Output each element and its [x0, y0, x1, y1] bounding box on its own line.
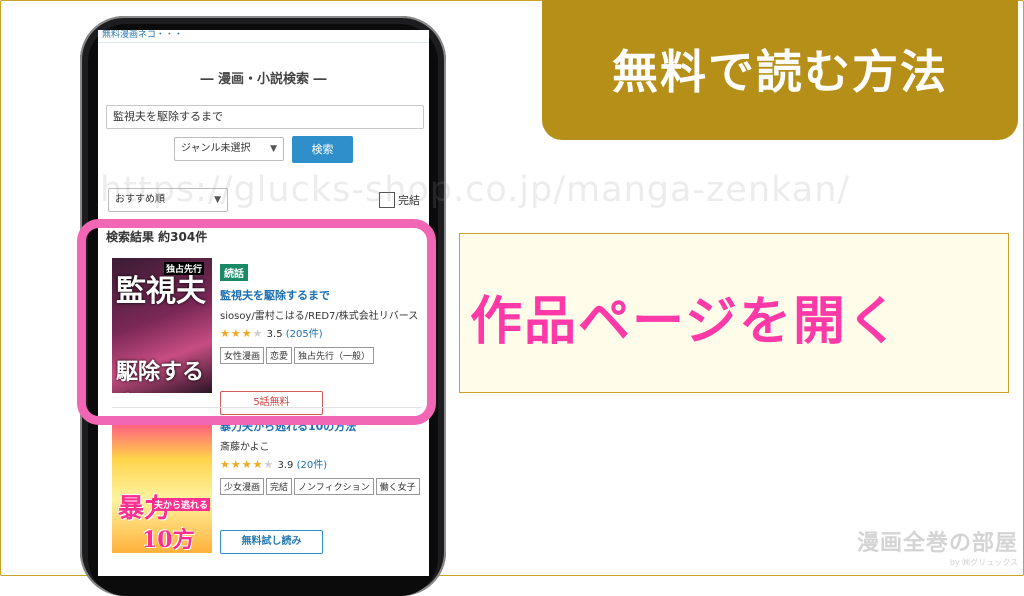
item-meta: 暴力夫から逃れる10の方法 斎藤かよこ ★★★★★ 3.9 (20件) 少女漫画…	[220, 418, 425, 495]
search-heading: ― 漫画・小説検索 ―	[200, 72, 327, 87]
logo-main: 漫画全巻の部屋	[856, 531, 1018, 556]
cover-badge: 夫から逃れる	[152, 498, 211, 511]
instruction-text: 作品ページを開く	[470, 292, 901, 352]
genre-select[interactable]: ジャンル未選択 ▼	[174, 137, 284, 161]
search-input[interactable]: 監視夫を駆除するまで	[106, 105, 424, 129]
url-watermark: https://glucks-shop.co.jp/manga-zenkan/	[100, 170, 851, 210]
chevron-down-icon: ▼	[270, 144, 277, 154]
cover-title-bottom: 10方法	[142, 527, 195, 553]
rating-count-link[interactable]: (20件)	[297, 460, 328, 471]
tag[interactable]: ノンフィクション	[294, 478, 374, 495]
top-partial-link[interactable]: 無料漫画ネコ・・・	[98, 30, 429, 43]
gold-label: 無料で読む方法	[542, 0, 1018, 140]
genre-select-value: ジャンル未選択	[181, 143, 251, 154]
highlight-box	[77, 219, 436, 425]
tag-list: 少女漫画 完結 ノンフィクション 働く女子	[220, 475, 425, 495]
gold-label-text: 無料で読む方法	[612, 45, 948, 99]
brand-logo: 漫画全巻の部屋 by ㈱グリュックス	[857, 525, 1018, 568]
list-item[interactable]: 暴力 夫から逃れる 10方法 暴力夫から逃れる10の方法 斎藤かよこ ★★★★★…	[112, 418, 422, 568]
item-authors: 斎藤かよこ	[220, 442, 270, 453]
search-button[interactable]: 検索	[292, 136, 353, 163]
cover-image[interactable]: 暴力 夫から逃れる 10方法	[112, 418, 212, 553]
item-rating: ★★★★★ 3.9 (20件)	[220, 456, 425, 471]
tag[interactable]: 少女漫画	[220, 478, 265, 495]
instruction-box: 作品ページを開く	[459, 233, 1009, 393]
tag[interactable]: 働く女子	[375, 478, 420, 495]
logo-sub: by ㈱グリュックス	[949, 558, 1018, 567]
tag[interactable]: 完結	[266, 478, 293, 495]
rating-value: 3.9	[277, 460, 294, 471]
search-input-value: 監視夫を駆除するまで	[113, 110, 223, 123]
star-rating-icon: ★★★★★	[220, 458, 275, 471]
free-trial-button[interactable]: 無料試し読み	[220, 530, 323, 554]
